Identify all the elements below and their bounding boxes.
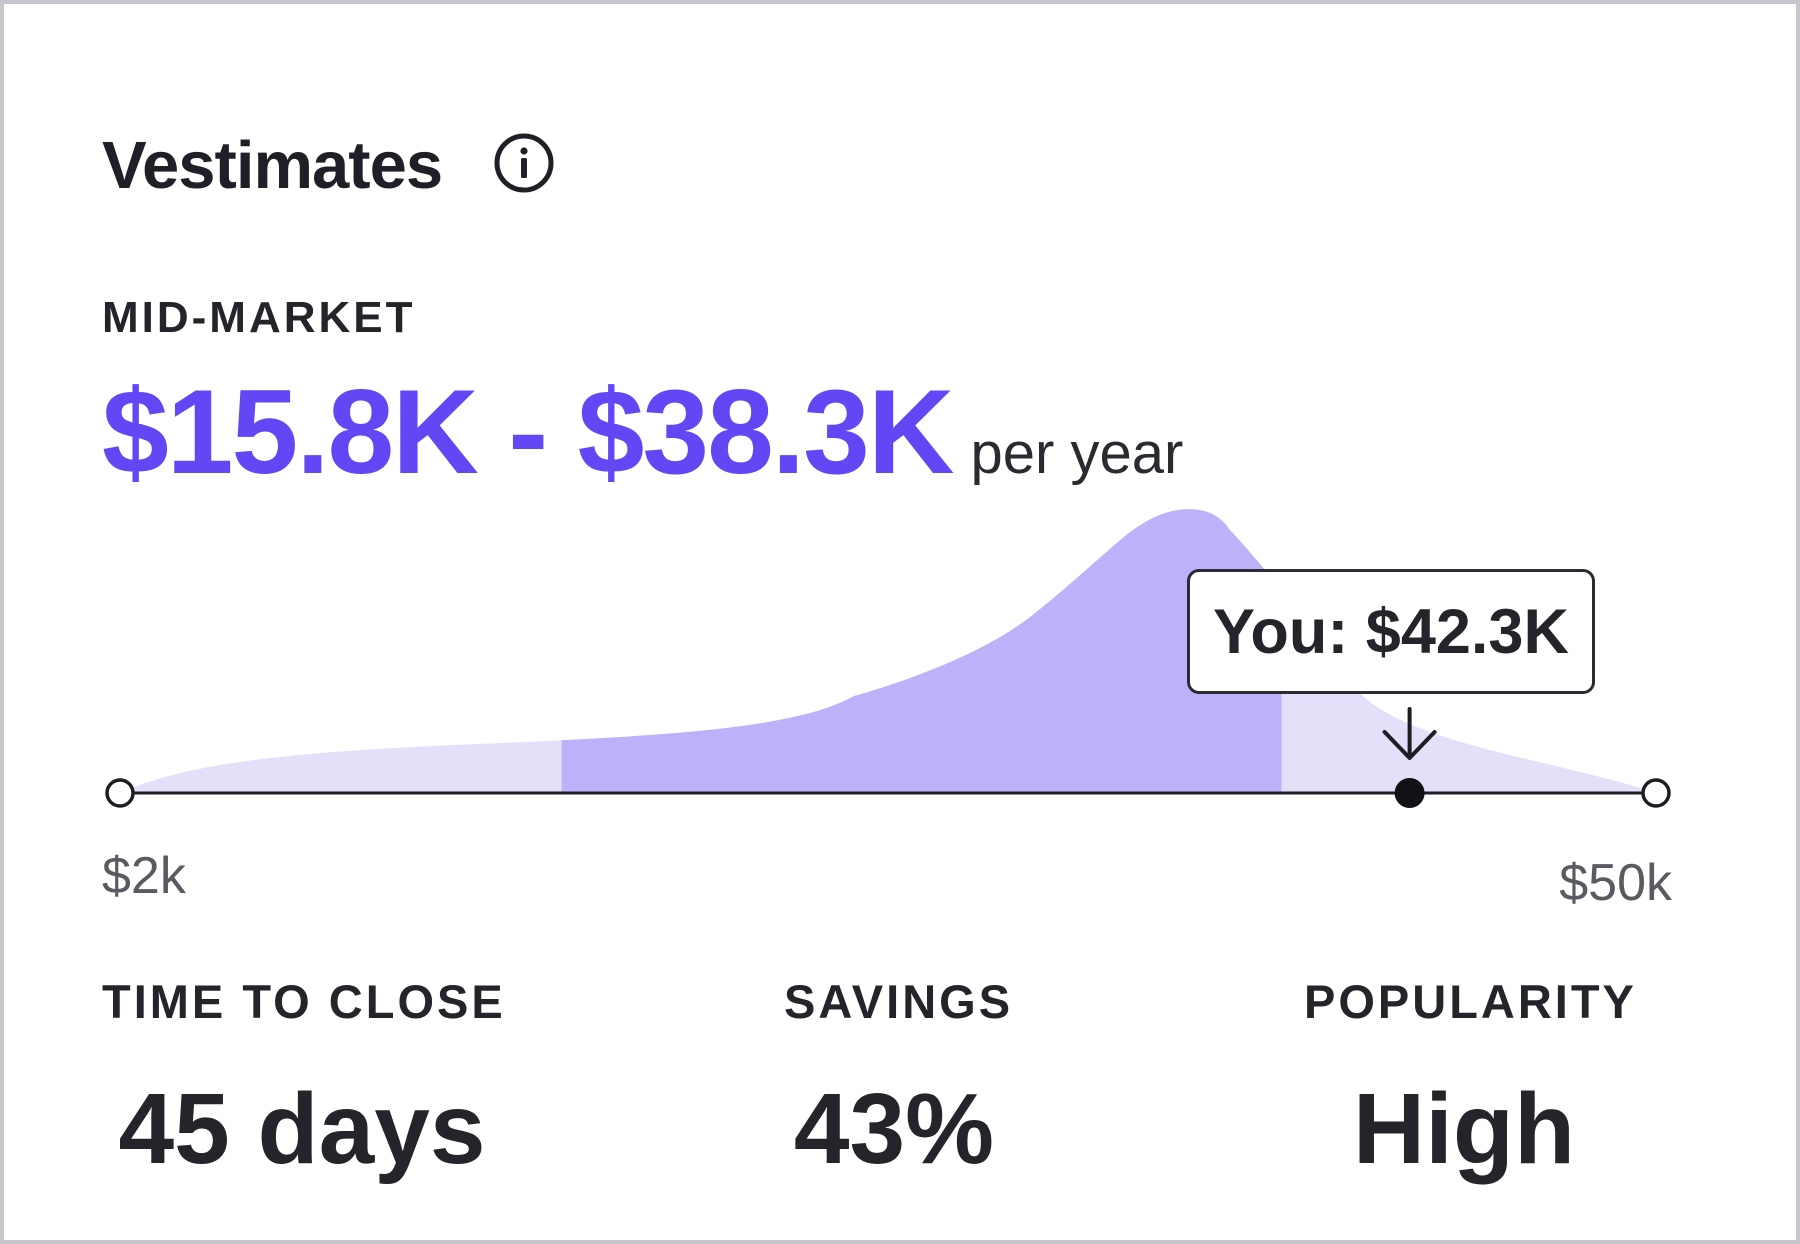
stat-time-to-close-label: TIME TO CLOSE <box>102 975 506 1028</box>
your-price-tooltip: You: $42.3K <box>1187 569 1595 694</box>
info-icon[interactable] <box>493 132 555 194</box>
card-title: Vestimates <box>102 128 443 203</box>
stat-savings-label: SAVINGS <box>784 975 1014 1028</box>
market-tier-label: MID-MARKET <box>102 293 416 342</box>
axis-max-label: $50k <box>1559 854 1672 912</box>
your-price-marker <box>1394 778 1425 808</box>
price-range-unit: per year <box>970 421 1184 486</box>
price-range-value: $15.8K - $38.3K <box>102 365 955 499</box>
stat-time-to-close-value: 45 days <box>118 1073 486 1185</box>
axis-max-marker <box>1641 778 1671 808</box>
stat-savings: SAVINGS 43% <box>784 974 1014 1185</box>
stat-popularity-label: POPULARITY <box>1304 975 1637 1028</box>
stat-popularity: POPULARITY High <box>1304 974 1637 1185</box>
vestimates-card: Vestimates MID-MARKET $15.8K - $38.3K per… <box>0 0 1800 1244</box>
axis-min-marker <box>105 778 135 808</box>
stat-time-to-close: TIME TO CLOSE 45 days <box>102 974 506 1185</box>
stat-savings-value: 43% <box>793 1073 995 1185</box>
stat-popularity-value: High <box>1352 1073 1576 1185</box>
axis-min-label: $2k <box>102 847 186 905</box>
